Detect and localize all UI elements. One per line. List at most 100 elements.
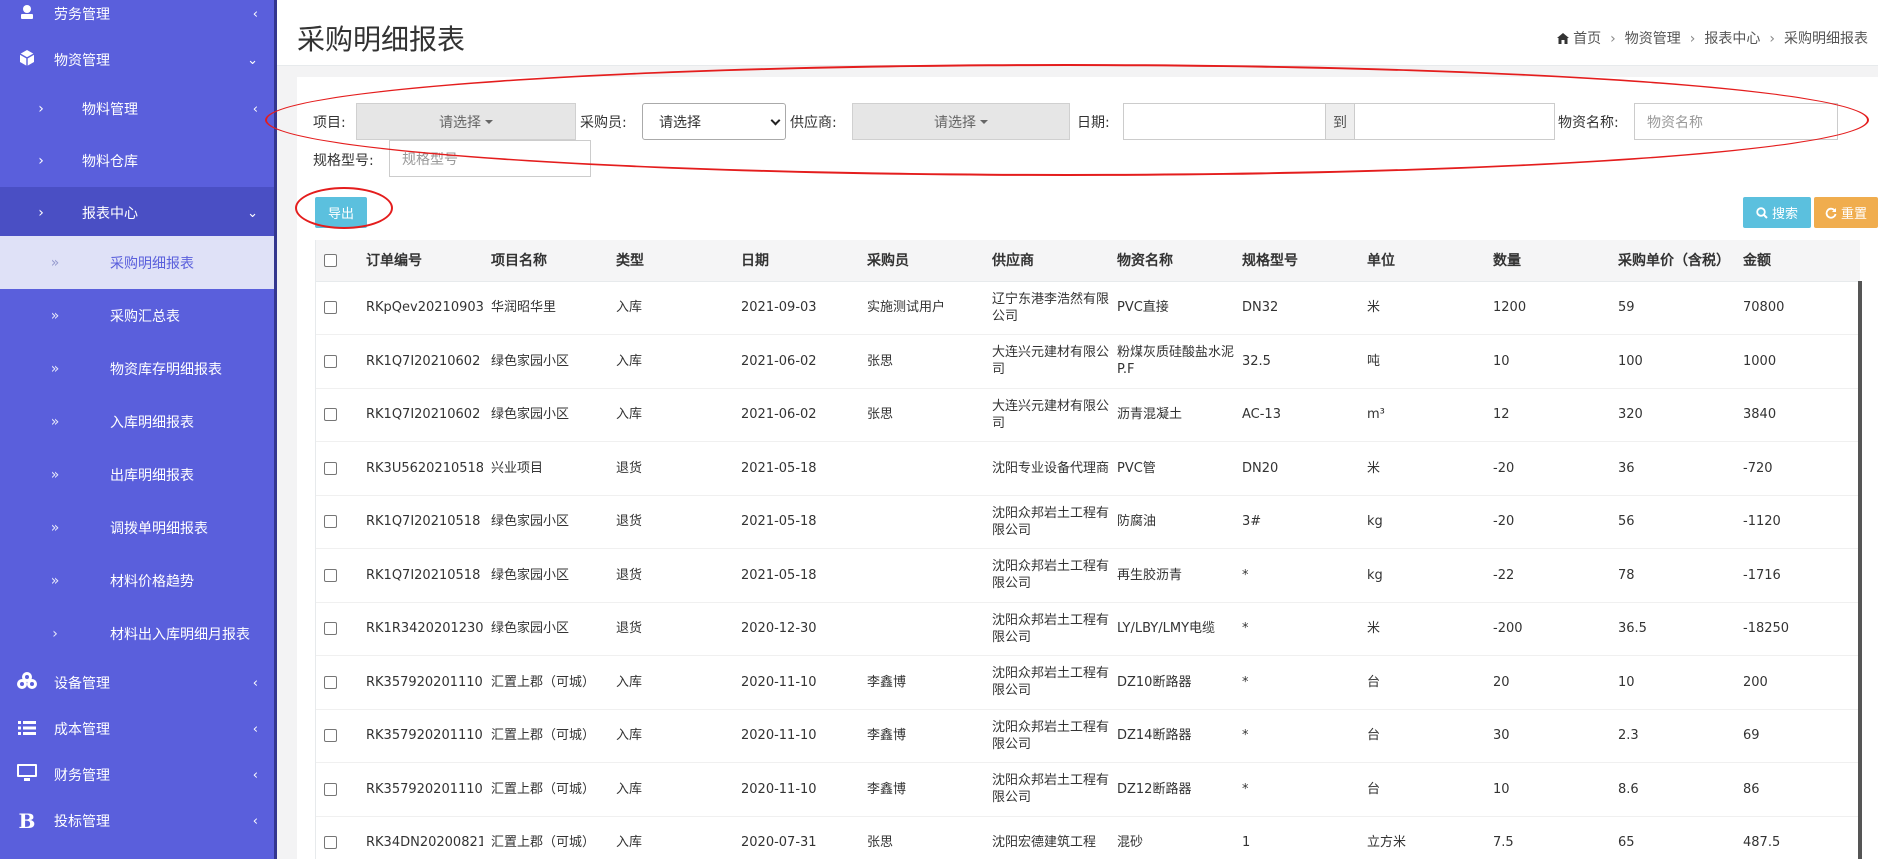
table-row[interactable]: RK1R3420201230 绿色家园小区 退货 2020-12-30 沈阳众邦岩土工程… (316, 602, 1860, 656)
table-row[interactable]: RK34DN20200821 汇置上郡（可城） 入库 2020-07-31 张思 沈阳宏德… (316, 816, 1860, 859)
sidebar-item-label: 劳务管理 (54, 7, 110, 23)
table-cell: 张思 (859, 388, 984, 442)
table-row[interactable]: RK1Q7I20210518 绿色家园小区 退货 2021-05-18 沈阳众邦岩土工程… (316, 495, 1860, 549)
sidebar-item-report-center[interactable]: › 报表中心 ⌄ (0, 187, 274, 239)
sidebar-item-material-mgmt[interactable]: › 物料管理 ‹ (0, 83, 274, 135)
table-cell: LY/LBY/LMY电缆 (1109, 602, 1234, 656)
table-scrollbar[interactable] (1858, 281, 1862, 859)
row-checkbox[interactable] (324, 515, 337, 529)
row-checkbox[interactable] (324, 408, 337, 422)
sidebar-item-purchase-detail[interactable]: » 采购明细报表 (0, 236, 274, 289)
select-all-checkbox[interactable] (324, 253, 337, 267)
sidebar-item-cost[interactable]: 成本管理 ‹ (0, 706, 274, 752)
table-cell: 10 (1610, 655, 1735, 710)
sidebar-item-stock-detail[interactable]: » 物资库存明细报表 (0, 342, 274, 395)
sidebar-item-equipment[interactable]: 设备管理 ‹ (0, 660, 274, 706)
table-cell: * (1234, 762, 1359, 817)
breadcrumb-item[interactable]: 报表中心 (1704, 31, 1760, 47)
sidebar-item-purchase-summary[interactable]: » 采购汇总表 (0, 289, 274, 342)
sidebar-item-labor[interactable]: 劳务管理 ‹ (0, 0, 274, 37)
table-cell: kg (1359, 495, 1485, 549)
table-cell: 退货 (608, 495, 733, 549)
table-cell: 再生胶沥青 (1109, 548, 1234, 603)
table-cell: 沈阳众邦岩土工程有限公司 (984, 709, 1109, 763)
table-cell: 汇置上郡（可城） (483, 655, 608, 710)
chevron-left-icon: ‹ (252, 101, 258, 117)
table-cell: 张思 (859, 816, 984, 859)
table-cell: 2020-12-30 (733, 602, 859, 656)
column-header[interactable]: 采购员 (859, 240, 984, 282)
breadcrumb-item[interactable]: 物资管理 (1625, 31, 1681, 47)
column-header[interactable]: 单位 (1359, 240, 1485, 282)
row-checkbox[interactable] (324, 675, 337, 689)
breadcrumb-home[interactable]: 首页 (1573, 31, 1601, 47)
row-checkbox[interactable] (324, 568, 337, 582)
table-cell: -1120 (1735, 495, 1860, 549)
table-cell: RK34DN20200821 (358, 816, 483, 859)
column-header[interactable]: 物资名称 (1109, 240, 1234, 282)
sidebar-item-transfer-detail[interactable]: » 调拨单明细报表 (0, 501, 274, 554)
row-checkbox[interactable] (324, 782, 337, 796)
table-cell: m³ (1359, 388, 1485, 442)
table-cell: 59 (1610, 281, 1735, 335)
table-cell: 2020-07-31 (733, 816, 859, 859)
table-cell: 32.5 (1234, 334, 1359, 389)
select-all-cell (316, 240, 358, 282)
sidebar-item-material-warehouse[interactable]: › 物料仓库 (0, 135, 274, 187)
table-row[interactable]: RK3579202011100 汇置上郡（可城） 入库 2020-11-10 李鑫博 沈阳… (316, 762, 1860, 817)
table-cell: 绿色家园小区 (483, 548, 608, 603)
chevron-left-icon: ‹ (252, 675, 258, 691)
sidebar-item-outbound-detail[interactable]: » 出库明细报表 (0, 448, 274, 501)
column-header[interactable]: 项目名称 (483, 240, 608, 282)
column-header[interactable]: 类型 (608, 240, 733, 282)
table-cell: 2021-05-18 (733, 495, 859, 549)
table-cell: RK3U56202105180 (358, 441, 483, 496)
table-cell: 汇置上郡（可城） (483, 816, 608, 859)
table-cell: 米 (1359, 441, 1485, 496)
sidebar-item-materials[interactable]: 物资管理 ⌄ (0, 37, 274, 83)
table-cell: 69 (1735, 709, 1860, 763)
table-row[interactable]: RK1Q7I20210602 绿色家园小区 入库 2021-06-02 张思 大连兴元建材… (316, 388, 1860, 442)
row-checkbox[interactable] (324, 301, 337, 315)
column-header[interactable]: 日期 (733, 240, 859, 282)
table-cell: 78 (1610, 548, 1735, 603)
column-header[interactable]: 规格型号 (1234, 240, 1359, 282)
table-row[interactable]: RK3579202011100 汇置上郡（可城） 入库 2020-11-10 李鑫博 沈阳… (316, 709, 1860, 763)
table-row[interactable]: RK3U56202105180 兴业项目 退货 2021-05-18 沈阳专业设备代理商… (316, 441, 1860, 496)
column-header[interactable]: 数量 (1485, 240, 1610, 282)
table-cell: -20 (1485, 495, 1610, 549)
table-cell: 台 (1359, 709, 1485, 763)
table-row[interactable]: RKpQev202109030 华润昭华里 入库 2021-09-03 实施测试用户 辽宁… (316, 281, 1860, 335)
column-header[interactable]: 采购单价（含税） (1610, 240, 1735, 282)
table-row[interactable]: RK3579202011100 汇置上郡（可城） 入库 2020-11-10 李鑫博 沈阳… (316, 655, 1860, 710)
search-button[interactable]: 搜索 (1743, 197, 1811, 228)
table-cell: 大连兴元建材有限公司 (984, 388, 1109, 442)
column-header[interactable]: 金额 (1735, 240, 1860, 282)
table-cell: * (1234, 602, 1359, 656)
row-checkbox[interactable] (324, 729, 337, 743)
sidebar-item-monthly-report[interactable]: › 材料出入库明细月报表 (0, 607, 274, 660)
sidebar-item-label: 调拨单明细报表 (110, 520, 208, 537)
table-cell: 10 (1485, 762, 1610, 817)
table-row[interactable]: RK1Q7I20210602 绿色家园小区 入库 2021-06-02 张思 大连兴元建材… (316, 334, 1860, 389)
table-cell: 李鑫博 (859, 709, 984, 763)
column-header[interactable]: 供应商 (984, 240, 1109, 282)
column-header[interactable]: 订单编号 (358, 240, 483, 282)
worker-icon (0, 4, 54, 25)
reset-button[interactable]: 重置 (1814, 197, 1878, 228)
sidebar-item-bidding[interactable]: B 投标管理 ‹ (0, 798, 274, 844)
table-row[interactable]: RK1Q7I20210518 绿色家园小区 退货 2021-05-18 沈阳众邦岩土工程… (316, 548, 1860, 603)
row-checkbox[interactable] (324, 354, 337, 368)
double-chevron-icon: » (50, 572, 60, 589)
row-checkbox[interactable] (324, 461, 337, 475)
table-cell: 汇置上郡（可城） (483, 709, 608, 763)
sidebar-item-price-trend[interactable]: » 材料价格趋势 (0, 554, 274, 607)
row-select-cell (316, 441, 358, 496)
row-checkbox[interactable] (324, 622, 337, 636)
row-checkbox[interactable] (324, 836, 337, 850)
row-select-cell (316, 709, 358, 763)
row-select-cell (316, 388, 358, 442)
table-cell: 绿色家园小区 (483, 334, 608, 389)
sidebar-item-inbound-detail[interactable]: » 入库明细报表 (0, 395, 274, 448)
sidebar-item-finance[interactable]: 财务管理 ‹ (0, 752, 274, 798)
